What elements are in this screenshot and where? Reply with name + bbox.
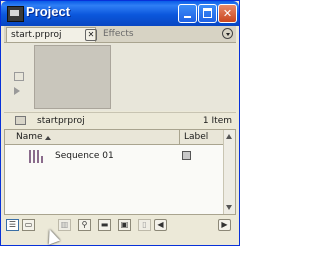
project-item-list: Name Label Sequence 01 bbox=[4, 129, 236, 215]
poster-frame-icon[interactable] bbox=[14, 72, 24, 81]
new-item-button[interactable]: ▣ bbox=[118, 219, 131, 231]
icon-view-button[interactable]: ▭ bbox=[22, 219, 35, 231]
icon-view-icon: ▭ bbox=[24, 220, 33, 229]
automate-to-sequence-button[interactable]: ▥ bbox=[58, 219, 71, 231]
new-bin-icon: ▬ bbox=[100, 220, 109, 229]
tab-label: Effects bbox=[103, 29, 134, 39]
project-file-icon bbox=[15, 116, 26, 125]
column-header-label[interactable]: Label bbox=[184, 132, 208, 142]
title-bar[interactable]: Project ✕ bbox=[1, 1, 239, 26]
label-color-swatch[interactable] bbox=[182, 151, 191, 160]
maximize-icon bbox=[203, 8, 212, 18]
window-title: Project bbox=[26, 4, 71, 19]
find-button[interactable]: ⚲ bbox=[78, 219, 91, 231]
item-count: 1 Item bbox=[202, 116, 232, 126]
delete-icon: ▯ bbox=[142, 220, 147, 229]
project-window: Project ✕ start.prproj ✕ Effects startpr… bbox=[0, 0, 240, 246]
scroll-left-button[interactable]: ◀ bbox=[154, 219, 167, 231]
scroll-right-icon: ▶ bbox=[221, 220, 228, 229]
new-bin-button[interactable]: ▬ bbox=[98, 219, 111, 231]
panel-menu-icon[interactable] bbox=[222, 28, 233, 39]
maximize-button[interactable] bbox=[198, 4, 217, 23]
premiere-app-icon bbox=[7, 6, 24, 22]
sequence-icon bbox=[29, 150, 43, 163]
column-divider[interactable] bbox=[179, 130, 180, 144]
scroll-down-icon[interactable] bbox=[226, 205, 232, 210]
find-icon: ⚲ bbox=[81, 220, 88, 229]
sort-ascending-icon bbox=[45, 136, 51, 140]
panel-tabs: start.prproj ✕ Effects bbox=[4, 26, 236, 43]
scroll-up-icon[interactable] bbox=[226, 134, 232, 139]
vertical-scrollbar[interactable] bbox=[223, 130, 235, 214]
new-item-icon: ▣ bbox=[120, 220, 129, 229]
tab-effects[interactable]: Effects bbox=[99, 27, 159, 42]
scroll-right-button[interactable]: ▶ bbox=[218, 219, 231, 231]
clear-button[interactable]: ▯ bbox=[138, 219, 151, 231]
tab-close-icon[interactable]: ✕ bbox=[85, 29, 97, 41]
sequence-name: Sequence 01 bbox=[55, 151, 114, 161]
list-view-button[interactable]: ☰ bbox=[6, 219, 19, 231]
project-name: startprproj bbox=[37, 116, 85, 126]
list-header: Name Label bbox=[5, 130, 225, 145]
panel-toolbar: ☰ ▭ ▥ ⚲ ▬ ▣ ▯ ◀ ▶ bbox=[4, 217, 236, 233]
column-header-name[interactable]: Name bbox=[16, 132, 43, 142]
close-button[interactable]: ✕ bbox=[218, 4, 237, 23]
tab-label: start.prproj bbox=[11, 30, 62, 40]
minimize-button[interactable] bbox=[178, 4, 197, 23]
close-icon: ✕ bbox=[222, 7, 233, 20]
play-icon[interactable] bbox=[14, 87, 20, 95]
preview-thumbnail bbox=[34, 45, 111, 109]
automate-icon: ▥ bbox=[60, 220, 69, 229]
tab-start-prproj[interactable]: start.prproj ✕ bbox=[6, 27, 97, 42]
scroll-left-icon: ◀ bbox=[157, 220, 164, 229]
preview-area bbox=[4, 43, 236, 111]
list-view-icon: ☰ bbox=[8, 220, 17, 229]
project-info-row: startprproj 1 Item bbox=[4, 112, 236, 129]
minimize-icon bbox=[184, 16, 191, 18]
list-item[interactable]: Sequence 01 bbox=[5, 148, 225, 164]
